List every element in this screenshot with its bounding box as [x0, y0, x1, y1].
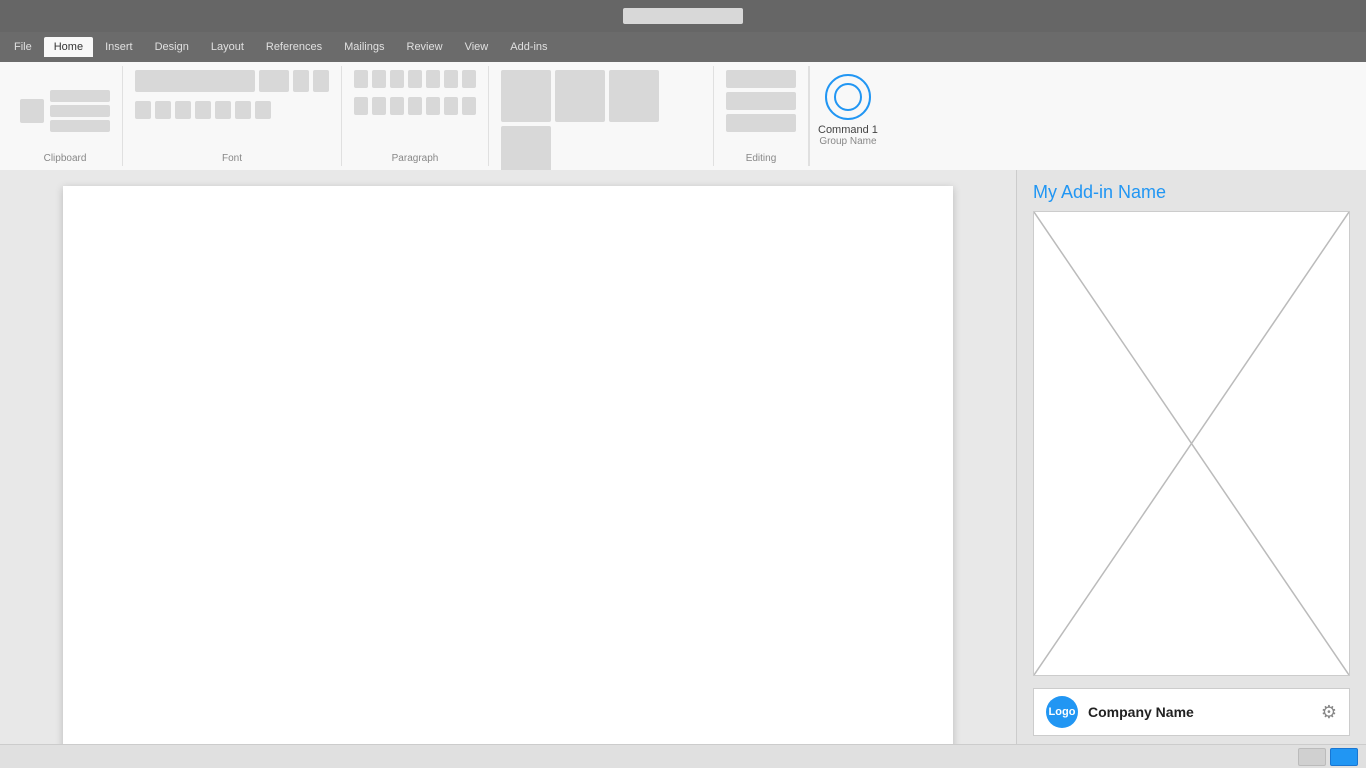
- ribbon-section-paragraph: Paragraph: [342, 66, 489, 166]
- line-spacing-btn[interactable]: [426, 97, 440, 115]
- preview-placeholder-svg: [1034, 212, 1349, 675]
- bullets-btn[interactable]: [354, 70, 368, 88]
- font-size-input[interactable]: [259, 70, 289, 92]
- status-bar: [0, 744, 1366, 768]
- clipboard-sub: [50, 90, 110, 132]
- highlight-btn[interactable]: [235, 101, 251, 119]
- font-row2: [135, 101, 271, 119]
- tab-mailings[interactable]: Mailings: [334, 37, 394, 57]
- clear-fmt-btn[interactable]: [255, 101, 271, 119]
- canvas-area: [0, 170, 1016, 744]
- underline-btn[interactable]: [175, 101, 191, 119]
- tab-design[interactable]: Design: [145, 37, 199, 57]
- borders-btn[interactable]: [462, 97, 476, 115]
- settings-icon[interactable]: ⚙: [1321, 702, 1337, 723]
- panel-footer: Logo Company Name ⚙: [1033, 688, 1350, 736]
- font-grow-btn[interactable]: [293, 70, 309, 92]
- tab-layout[interactable]: Layout: [201, 37, 254, 57]
- ribbon-section-clipboard: Clipboard: [8, 66, 123, 166]
- align-right-btn[interactable]: [390, 97, 404, 115]
- group-name-label: Group Name: [819, 136, 876, 147]
- ph2: [50, 105, 110, 117]
- para-row1: [354, 70, 476, 88]
- clipboard-big-icon: [20, 99, 44, 123]
- title-bar-text: [623, 8, 743, 24]
- title-bar: [0, 0, 1366, 32]
- numbering-btn[interactable]: [372, 70, 386, 88]
- find-btn[interactable]: [726, 70, 796, 88]
- align-left-btn[interactable]: [354, 97, 368, 115]
- tab-review[interactable]: Review: [397, 37, 453, 57]
- clipboard-buttons: [20, 99, 44, 123]
- ribbon-section-font: Font: [123, 66, 342, 166]
- document-page[interactable]: [63, 186, 953, 744]
- sort-btn[interactable]: [444, 70, 458, 88]
- italic-btn[interactable]: [155, 101, 171, 119]
- replace-btn[interactable]: [726, 92, 796, 110]
- tab-file[interactable]: File: [4, 37, 42, 57]
- ribbon-command-group: Command 1 Group Name: [809, 66, 886, 166]
- tab-addins[interactable]: Add-ins: [500, 37, 557, 57]
- font-color-btn[interactable]: [215, 101, 231, 119]
- font-name-input[interactable]: [135, 70, 255, 92]
- style-normal[interactable]: [501, 70, 551, 122]
- panel-preview: [1033, 211, 1350, 676]
- ph3: [50, 120, 110, 132]
- strikethrough-btn[interactable]: [195, 101, 211, 119]
- company-logo: Logo: [1046, 696, 1078, 728]
- multilevel-btn[interactable]: [390, 70, 404, 88]
- justify-btn[interactable]: [408, 97, 422, 115]
- ph1: [50, 90, 110, 102]
- font-label: Font: [135, 153, 329, 166]
- align-center-btn[interactable]: [372, 97, 386, 115]
- clipboard-label: Clipboard: [20, 153, 110, 166]
- ribbon-section-editing: Editing: [714, 66, 809, 166]
- shading-btn[interactable]: [444, 97, 458, 115]
- font-shrink-btn[interactable]: [313, 70, 329, 92]
- decrease-indent-btn[interactable]: [408, 70, 422, 88]
- ribbon-tabs: File Home Insert Design Layout Reference…: [0, 32, 1366, 62]
- read-view-button[interactable]: [1330, 748, 1358, 766]
- tab-home[interactable]: Home: [44, 37, 93, 57]
- style-h1[interactable]: [555, 70, 605, 122]
- select-btn[interactable]: [726, 114, 796, 132]
- main-area: My Add-in Name Logo Company Name ⚙: [0, 170, 1366, 744]
- tab-references[interactable]: References: [256, 37, 332, 57]
- tab-insert[interactable]: Insert: [95, 37, 143, 57]
- ribbon-section-styles: Styles: [489, 66, 714, 166]
- page-view-button[interactable]: [1298, 748, 1326, 766]
- font-row1: [135, 70, 329, 92]
- command1-icon[interactable]: [825, 74, 871, 120]
- increase-indent-btn[interactable]: [426, 70, 440, 88]
- paragraph-label: Paragraph: [354, 153, 476, 166]
- editing-label: Editing: [726, 153, 796, 166]
- style-h2[interactable]: [609, 70, 659, 122]
- tab-view[interactable]: View: [455, 37, 499, 57]
- company-name: Company Name: [1088, 704, 1311, 720]
- bold-btn[interactable]: [135, 101, 151, 119]
- para-row2: [354, 97, 476, 115]
- side-panel: My Add-in Name Logo Company Name ⚙: [1016, 170, 1366, 744]
- panel-title: My Add-in Name: [1017, 170, 1366, 211]
- ribbon-content: Clipboard Font: [0, 62, 1366, 170]
- command1-label[interactable]: Command 1: [818, 124, 878, 136]
- pilcrow-btn[interactable]: [462, 70, 476, 88]
